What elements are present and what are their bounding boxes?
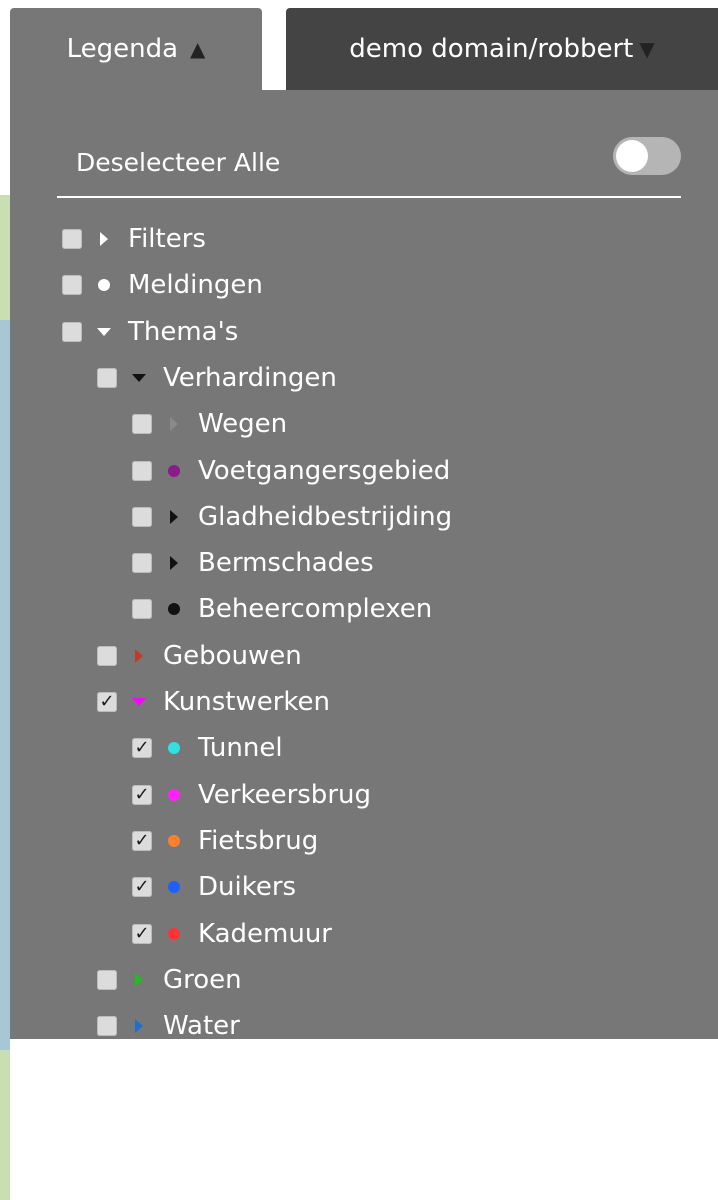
collapse-arrow-icon[interactable] bbox=[127, 373, 151, 382]
checkbox[interactable] bbox=[97, 969, 117, 990]
checkbox[interactable] bbox=[62, 321, 82, 342]
layer-row[interactable]: Bermschades bbox=[132, 543, 374, 583]
dot-icon bbox=[162, 834, 186, 847]
layer-label: Kademuur bbox=[198, 918, 332, 949]
map-area-green bbox=[0, 195, 10, 320]
checkbox[interactable] bbox=[97, 1016, 117, 1037]
layer-row[interactable]: Thema's bbox=[62, 312, 238, 352]
checkbox[interactable] bbox=[62, 275, 82, 296]
checkbox-checked[interactable]: ✓ bbox=[132, 784, 152, 805]
checkbox[interactable] bbox=[132, 599, 152, 620]
dot-icon bbox=[162, 788, 186, 801]
layer-row[interactable]: Water bbox=[97, 1006, 240, 1046]
layer-row[interactable]: ✓ Kademuur bbox=[132, 914, 332, 954]
expand-arrow-icon[interactable] bbox=[162, 417, 186, 432]
layer-row[interactable]: ✓ Fietsbrug bbox=[132, 821, 318, 861]
collapse-arrow-icon[interactable] bbox=[92, 327, 116, 336]
layer-row[interactable]: ✓ Kunstwerken bbox=[97, 682, 330, 722]
layer-label: Water bbox=[163, 1011, 240, 1042]
caret-down-icon: ▼ bbox=[639, 37, 655, 61]
checkbox[interactable] bbox=[132, 460, 152, 481]
map-background-strip bbox=[0, 195, 10, 1200]
dot-icon bbox=[162, 927, 186, 940]
expand-arrow-icon[interactable] bbox=[162, 509, 186, 524]
checkbox-checked[interactable]: ✓ bbox=[97, 692, 117, 712]
layer-row[interactable]: ✓ Tunnel bbox=[132, 728, 283, 768]
checkbox-checked[interactable]: ✓ bbox=[132, 877, 152, 898]
legend-panel: Deselecteer Alle Filters Meldingen Thema's… bbox=[10, 90, 718, 1041]
layer-row[interactable]: Groen bbox=[97, 960, 242, 1000]
layer-row[interactable]: Voetgangersgebied bbox=[132, 451, 450, 491]
layer-row[interactable]: Verhardingen bbox=[97, 358, 337, 398]
checkbox-checked[interactable]: ✓ bbox=[132, 923, 152, 944]
layer-label: Voetgangersgebied bbox=[198, 455, 451, 486]
layer-label: Verkeersbrug bbox=[198, 779, 371, 810]
dot-icon bbox=[162, 464, 186, 477]
divider bbox=[57, 196, 681, 198]
layer-label: Gladheidbestrijding bbox=[198, 501, 453, 532]
checkbox[interactable] bbox=[97, 645, 117, 666]
map-area-green bbox=[0, 1050, 10, 1200]
expand-arrow-icon[interactable] bbox=[127, 972, 151, 987]
layer-row[interactable]: Meldingen bbox=[62, 265, 263, 305]
layer-row[interactable]: ✓ Verkeersbrug bbox=[132, 775, 371, 815]
checkbox[interactable] bbox=[132, 553, 152, 574]
tab-domain-label: demo domain/robbert bbox=[349, 34, 634, 64]
caret-up-icon: ▲ bbox=[190, 37, 206, 61]
expand-arrow-icon[interactable] bbox=[127, 648, 151, 663]
tab-domain[interactable]: demo domain/robbert ▼ bbox=[286, 8, 718, 90]
toggle-knob bbox=[616, 140, 648, 172]
layer-label: Gebouwen bbox=[163, 640, 302, 671]
dot-icon bbox=[162, 881, 186, 894]
layer-row[interactable]: Gebouwen bbox=[97, 636, 302, 676]
layer-row[interactable]: ✓ Duikers bbox=[132, 867, 296, 907]
map-area-water bbox=[0, 320, 10, 1050]
layer-row[interactable]: Wegen bbox=[132, 404, 287, 444]
layer-label: Fietsbrug bbox=[198, 825, 319, 856]
expand-arrow-icon[interactable] bbox=[127, 1019, 151, 1034]
layer-label: Wegen bbox=[198, 409, 288, 440]
dot-icon bbox=[92, 279, 116, 292]
layer-label: Verhardingen bbox=[163, 362, 337, 393]
checkbox[interactable] bbox=[132, 506, 152, 527]
deselect-all-toggle[interactable] bbox=[613, 137, 681, 175]
layer-label: Filters bbox=[128, 224, 206, 254]
collapse-arrow-icon[interactable] bbox=[127, 698, 151, 706]
layer-label: Tunnel bbox=[198, 733, 283, 764]
layer-row[interactable]: Filters bbox=[62, 219, 206, 259]
checkbox-checked[interactable]: ✓ bbox=[132, 738, 152, 759]
layer-label: Bermschades bbox=[198, 548, 374, 579]
layer-row[interactable]: Beheercomplexen bbox=[132, 589, 432, 629]
tab-legend[interactable]: Legenda ▲ bbox=[10, 8, 262, 90]
layer-label: Beheercomplexen bbox=[198, 594, 433, 625]
expand-arrow-icon[interactable] bbox=[92, 232, 116, 246]
layer-label: Duikers bbox=[198, 872, 297, 903]
checkbox[interactable] bbox=[62, 229, 82, 249]
layer-label: Kunstwerken bbox=[163, 687, 331, 717]
checkbox[interactable] bbox=[97, 367, 117, 388]
checkbox-checked[interactable]: ✓ bbox=[132, 830, 152, 851]
deselect-all-label: Deselecteer Alle bbox=[76, 148, 281, 177]
layer-row[interactable]: Gladheidbestrijding bbox=[132, 497, 452, 537]
layer-label: Meldingen bbox=[128, 270, 263, 301]
dot-icon bbox=[162, 603, 186, 616]
tab-legend-label: Legenda bbox=[66, 34, 179, 64]
dot-icon bbox=[162, 742, 186, 755]
layer-label: Thema's bbox=[128, 316, 239, 347]
expand-arrow-icon[interactable] bbox=[162, 556, 186, 571]
layer-label: Groen bbox=[163, 964, 242, 995]
checkbox[interactable] bbox=[132, 414, 152, 435]
